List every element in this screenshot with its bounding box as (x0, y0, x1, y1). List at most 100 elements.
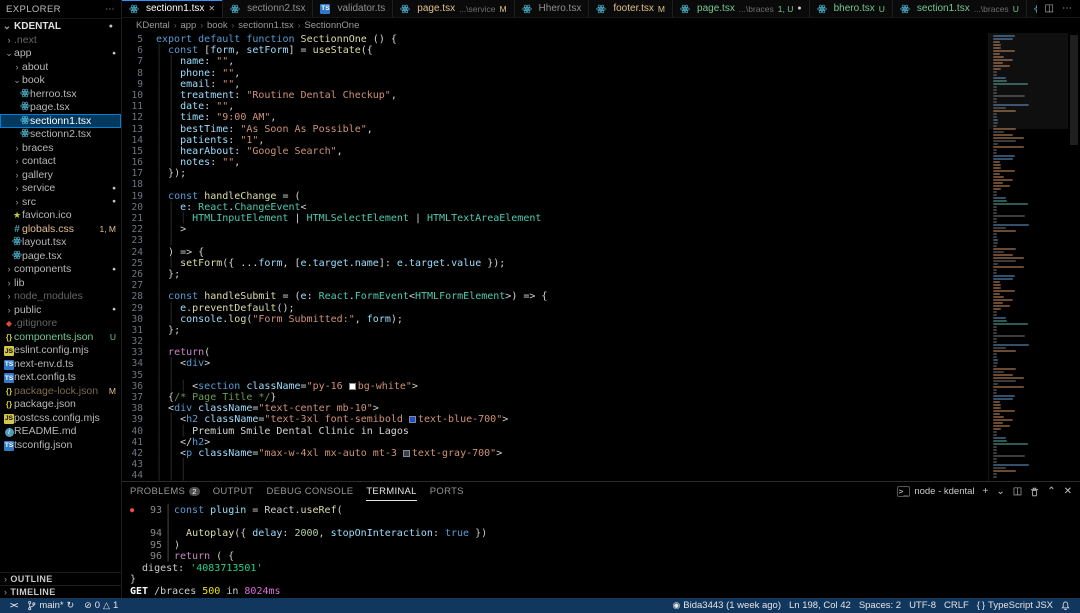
tree-item-lib[interactable]: › lib (0, 276, 121, 290)
tree-item-service[interactable]: › service ● (0, 182, 121, 196)
git-branch[interactable]: main* ↻ (23, 598, 78, 613)
tree-item-about[interactable]: › about (0, 60, 121, 74)
panel-header: PROBLEMS 2 OUTPUT DEBUG CONSOLE TERMINAL PORT… (122, 482, 1080, 501)
react-file-icon (521, 4, 532, 14)
tree-item-gallery[interactable]: › gallery (0, 168, 121, 182)
tree-item-README.md[interactable]: i README.md (0, 425, 121, 439)
terminal-output[interactable]: ● 93 │ const plugin = React.useRef(│ 94 │ Aut… (122, 501, 1080, 598)
tree-item-sectionn1.tsx[interactable]: sectionn1.tsx (0, 114, 121, 128)
js-file-icon: JS (4, 413, 14, 424)
tree-item-public[interactable]: › public ● (0, 303, 121, 317)
tab-question.tsx-9[interactable]: question.tsxU● (1026, 0, 1037, 17)
tree-item-next.config.ts[interactable]: TS next.config.ts (0, 371, 121, 385)
tab-bhero.tsx-7[interactable]: bhero.tsx U (809, 0, 893, 17)
code-line-38: 38 │ <div className="text-center mb-10"> (131, 403, 379, 415)
code-line-32: 32 │ (131, 336, 163, 348)
tab-page.tsx-6[interactable]: page.tsx ...\braces 1, U ● (673, 0, 810, 17)
code-line-35: 35 │ │ (131, 369, 175, 381)
tree-item-sectionn2.tsx[interactable]: sectionn2.tsx (0, 128, 121, 142)
tab-page.tsx-3[interactable]: page.tsx ...\service M (393, 0, 515, 17)
code-line-10: 10 │ │ treatment: "Routine Dental Checkup… (131, 89, 397, 101)
code-line-20: 20 │ │ e: React.ChangeEvent< (131, 201, 307, 213)
problems-indicator[interactable]: ⊘ 0 △ 1 (80, 598, 122, 613)
tree-item-braces[interactable]: › braces (0, 141, 121, 155)
split-terminal-icon[interactable]: ◫ (1013, 486, 1022, 497)
tab-sectionn2.tsx-1[interactable]: sectionn2.tsx (223, 0, 314, 17)
minimap[interactable] (988, 33, 1068, 481)
tree-item-eslint.config.mjs[interactable]: JS eslint.config.mjs (0, 344, 121, 358)
panel-tab-problems[interactable]: PROBLEMS 2 (130, 482, 200, 501)
code-line-27: 27 │ (131, 280, 163, 292)
indentation-setting[interactable]: Spaces: 2 (855, 598, 905, 613)
terminal-line-3: 95 │) (149, 539, 181, 551)
tree-item-contact[interactable]: › contact (0, 155, 121, 169)
tree-item-globals.css[interactable]: # globals.css 1, M (0, 222, 121, 236)
tree-item-node_modules[interactable]: › node_modules (0, 290, 121, 304)
tree-item-package-lock.json[interactable]: {} package-lock.json M (0, 384, 121, 398)
minimap-slider[interactable] (989, 33, 1068, 129)
tree-item-app[interactable]: ⌄ app ● (0, 47, 121, 61)
remote-indicator[interactable]: >< (6, 598, 21, 613)
tree-item-herroo.tsx[interactable]: herroo.tsx (0, 87, 121, 101)
breadcrumb-item-app[interactable]: app (180, 20, 196, 31)
tree-item-tsconfig.json[interactable]: TS tsconfig.json (0, 438, 121, 452)
chevron-down-icon[interactable]: ⌄ (996, 486, 1004, 497)
code-line-42: 42 │ │ <p className="max-w-4xl mx-auto mt… (131, 447, 503, 459)
tab-section1.tsx-8[interactable]: section1.tsx ...\braces U (892, 0, 1027, 17)
outline-section[interactable]: › OUTLINE (0, 572, 121, 585)
tree-item-components[interactable]: › components ● (0, 263, 121, 277)
code-line-43: 43 │ │ │ (131, 459, 187, 471)
new-terminal-icon[interactable]: + (983, 486, 989, 497)
react-file-icon (680, 4, 690, 14)
tab-sectionn1.tsx-0[interactable]: sectionn1.tsx ✕ (122, 0, 224, 17)
tree-item-.next[interactable]: › .next (0, 33, 121, 47)
language-mode[interactable]: { } TypeScript JSX (973, 598, 1057, 613)
tree-item-.gitignore[interactable]: ◆ .gitignore (0, 317, 121, 331)
tab-Hhero.tsx-4[interactable]: Hhero.tsx (514, 0, 590, 17)
cursor-position[interactable]: Ln 198, Col 42 (785, 598, 855, 613)
tree-item-page.tsx[interactable]: page.tsx (0, 101, 121, 115)
tree-item-components.json[interactable]: {} components.json U (0, 330, 121, 344)
panel-tab-debug-console[interactable]: DEBUG CONSOLE (267, 482, 354, 501)
panel-tab-ports[interactable]: PORTS (430, 482, 464, 501)
breadcrumb-item-SectionnOne[interactable]: SectionnOne (304, 20, 359, 31)
tree-item-page.tsx[interactable]: page.tsx (0, 249, 121, 263)
code-line-41: 41 │ │ </h2> (131, 436, 211, 448)
split-editor-icon[interactable]: ◫ (1045, 3, 1054, 14)
tab-validator.ts-2[interactable]: TS validator.ts (313, 0, 394, 17)
tree-item-layout.tsx[interactable]: layout.tsx (0, 236, 121, 250)
eol-setting[interactable]: CRLF (940, 598, 973, 613)
panel-tab-terminal[interactable]: TERMINAL (366, 482, 417, 501)
terminal-icon: >_ (896, 486, 911, 497)
git-changes-dot: ● (108, 22, 113, 30)
maximize-panel-icon[interactable]: ⌃ (1047, 486, 1055, 497)
editor-scrollbar[interactable] (1068, 33, 1080, 481)
tree-item-book[interactable]: ⌄ book (0, 74, 121, 88)
editor[interactable]: 5 export default function SectionnOne () … (122, 33, 988, 481)
tree-item-package.json[interactable]: {} package.json (0, 398, 121, 412)
remote-icon: >< (10, 601, 18, 610)
close-icon[interactable]: ✕ (208, 4, 215, 13)
breadcrumb-item-book[interactable]: book (207, 20, 228, 31)
kill-terminal-icon[interactable] (1030, 487, 1039, 497)
explorer-section-kdental[interactable]: ⌄ KDENTAL ● (0, 18, 121, 33)
timeline-section[interactable]: › TIMELINE (0, 585, 121, 598)
notifications-bell[interactable] (1057, 598, 1074, 613)
git-blame-author[interactable]: ◉ Bida3443 (1 week ago) (668, 598, 785, 613)
panel-tab-output[interactable]: OUTPUT (213, 482, 254, 501)
encoding-setting[interactable]: UTF-8 (905, 598, 940, 613)
terminal-profile-select[interactable]: >_ node - kdental (896, 486, 975, 497)
tree-item-postcss.config.mjs[interactable]: JS postcss.config.mjs (0, 411, 121, 425)
tree-item-next-env.d.ts[interactable]: TS next-env.d.ts (0, 357, 121, 371)
explorer-more-icon[interactable]: ⋯ (105, 4, 115, 15)
tab-bar: sectionn1.tsx ✕ sectionn2.tsx TS validator.t… (122, 0, 1080, 18)
tree-item-src[interactable]: › src ● (0, 195, 121, 209)
more-actions-icon[interactable]: ⋯ (1062, 3, 1072, 14)
breadcrumb-item-sectionn1.tsx[interactable]: sectionn1.tsx (238, 20, 293, 31)
tab-footer.tsx-5[interactable]: footer.tsx M (589, 0, 674, 17)
tree-item-favicon.ico[interactable]: ★ favicon.ico (0, 209, 121, 223)
breadcrumb[interactable]: KDental › app › book › sectionn1.tsx › SectionnO… (122, 18, 1080, 33)
breadcrumb-item-KDental[interactable]: KDental (136, 20, 170, 31)
close-panel-icon[interactable]: ✕ (1064, 486, 1072, 497)
code-line-39: 39 │ │ <h2 className="text-3xl font-semib… (131, 414, 509, 426)
